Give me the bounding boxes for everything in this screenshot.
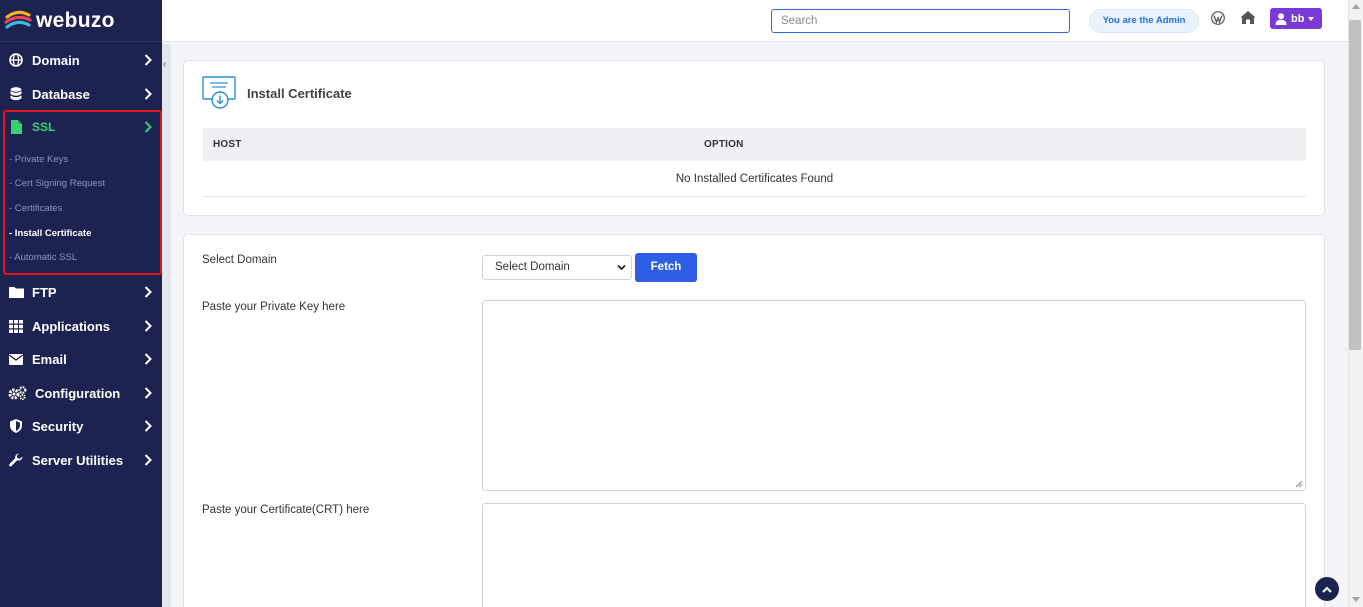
sidebar-item-label: FTP [32, 284, 57, 300]
sidebar-item-label: Configuration [35, 385, 121, 401]
sidebar-item-label: Security [32, 418, 84, 434]
sidebar-item-database[interactable]: Database [0, 79, 162, 109]
sidebar-subitem-private-keys[interactable]: - Private Keys [9, 154, 68, 165]
brand-name: webuzo [36, 8, 115, 32]
user-name: bb [1291, 12, 1305, 25]
certificate-textarea[interactable] [482, 503, 1306, 607]
sidebar-item-applications[interactable]: Applications [0, 311, 162, 341]
chevron-right-icon [144, 353, 152, 365]
certificate-install-icon [202, 76, 236, 109]
resize-grip-icon[interactable] [1295, 480, 1303, 488]
sidebar-item-domain[interactable]: Domain [0, 45, 162, 75]
chevron-right-icon [144, 420, 152, 432]
chevron-right-icon [144, 54, 152, 66]
sidebar-subitem-cert-signing-request[interactable]: - Cert Signing Request [9, 178, 105, 189]
cogs-icon [8, 385, 27, 401]
user-icon [1275, 12, 1287, 25]
sidebar: webuzo Domain Database SSL - Private Key… [0, 0, 162, 607]
chevron-right-icon [144, 121, 152, 133]
installed-certificates-card: Install Certificate HOST OPTION No Insta… [183, 60, 1325, 216]
sidebar-item-label: Applications [32, 318, 111, 334]
column-header-option: OPTION [704, 139, 744, 150]
grid-icon [8, 318, 24, 334]
webuzo-logo-icon [4, 10, 32, 29]
select-domain-label: Select Domain [202, 254, 277, 266]
chevron-right-icon [144, 454, 152, 466]
sidebar-item-ssl[interactable]: SSL [0, 112, 162, 142]
shield-icon [8, 418, 24, 434]
chevron-right-icon [144, 286, 152, 298]
back-to-top-button[interactable] [1315, 577, 1339, 601]
private-key-label: Paste your Private Key here [202, 301, 346, 313]
admin-badge: You are the Admin [1089, 9, 1199, 33]
sidebar-item-configuration[interactable]: Configuration [0, 378, 162, 408]
search-input[interactable]: Search [771, 9, 1070, 33]
globe-icon [8, 52, 24, 68]
chevron-up-icon [1322, 586, 1332, 593]
sidebar-subitem-install-certificate[interactable]: - Install Certificate [9, 228, 91, 239]
sidebar-item-label: Domain [32, 52, 80, 68]
sidebar-subitem-certificates[interactable]: - Certificates [9, 203, 62, 214]
private-key-textarea[interactable] [482, 300, 1306, 491]
caret-down-icon [1308, 16, 1315, 21]
scroll-up-arrow-icon[interactable] [1352, 4, 1360, 9]
table-header: HOST OPTION [203, 128, 1306, 161]
select-domain-dropdown[interactable]: Select Domain [482, 255, 632, 280]
chevron-right-icon [144, 387, 152, 399]
column-header-host: HOST [213, 139, 242, 150]
sidebar-item-ftp[interactable]: FTP [0, 277, 162, 307]
certificate-label: Paste your Certificate(CRT) here [202, 504, 370, 516]
card-title: Install Certificate [247, 86, 352, 101]
sidebar-subitem-automatic-ssl[interactable]: - Automatic SSL [9, 252, 77, 263]
sidebar-item-security[interactable]: Security [0, 411, 162, 441]
logo[interactable]: webuzo [0, 0, 162, 42]
sidebar-item-label: Email [32, 351, 67, 367]
user-menu-button[interactable]: bb [1270, 8, 1322, 29]
fetch-button[interactable]: Fetch [635, 253, 697, 282]
sidebar-item-label: Server Utilities [32, 452, 124, 468]
collapse-sidebar-icon[interactable]: ‹ [163, 59, 166, 70]
scrollbar-thumb[interactable] [1349, 20, 1361, 350]
scroll-down-arrow-icon[interactable] [1352, 597, 1360, 602]
sidebar-item-server-utilities[interactable]: Server Utilities [0, 445, 162, 475]
chevron-down-icon [617, 264, 626, 271]
wrench-icon [8, 452, 24, 468]
sidebar-item-label: Database [32, 86, 90, 102]
sidebar-item-email[interactable]: Email [0, 344, 162, 374]
folder-icon [8, 284, 24, 300]
file-icon [8, 119, 24, 135]
chevron-right-icon [144, 88, 152, 100]
sidebar-item-label: SSL [32, 120, 56, 134]
install-certificate-form-card: Select Domain Select Domain Fetch Paste … [183, 234, 1325, 607]
empty-table-message: No Installed Certificates Found [203, 161, 1306, 197]
envelope-icon [8, 351, 24, 367]
wordpress-icon[interactable] [1211, 11, 1225, 25]
database-icon [8, 86, 24, 102]
chevron-right-icon [144, 320, 152, 332]
sidebar-collapse-strip[interactable] [162, 44, 171, 607]
select-domain-value: Select Domain [495, 261, 570, 273]
home-icon[interactable] [1240, 10, 1256, 25]
